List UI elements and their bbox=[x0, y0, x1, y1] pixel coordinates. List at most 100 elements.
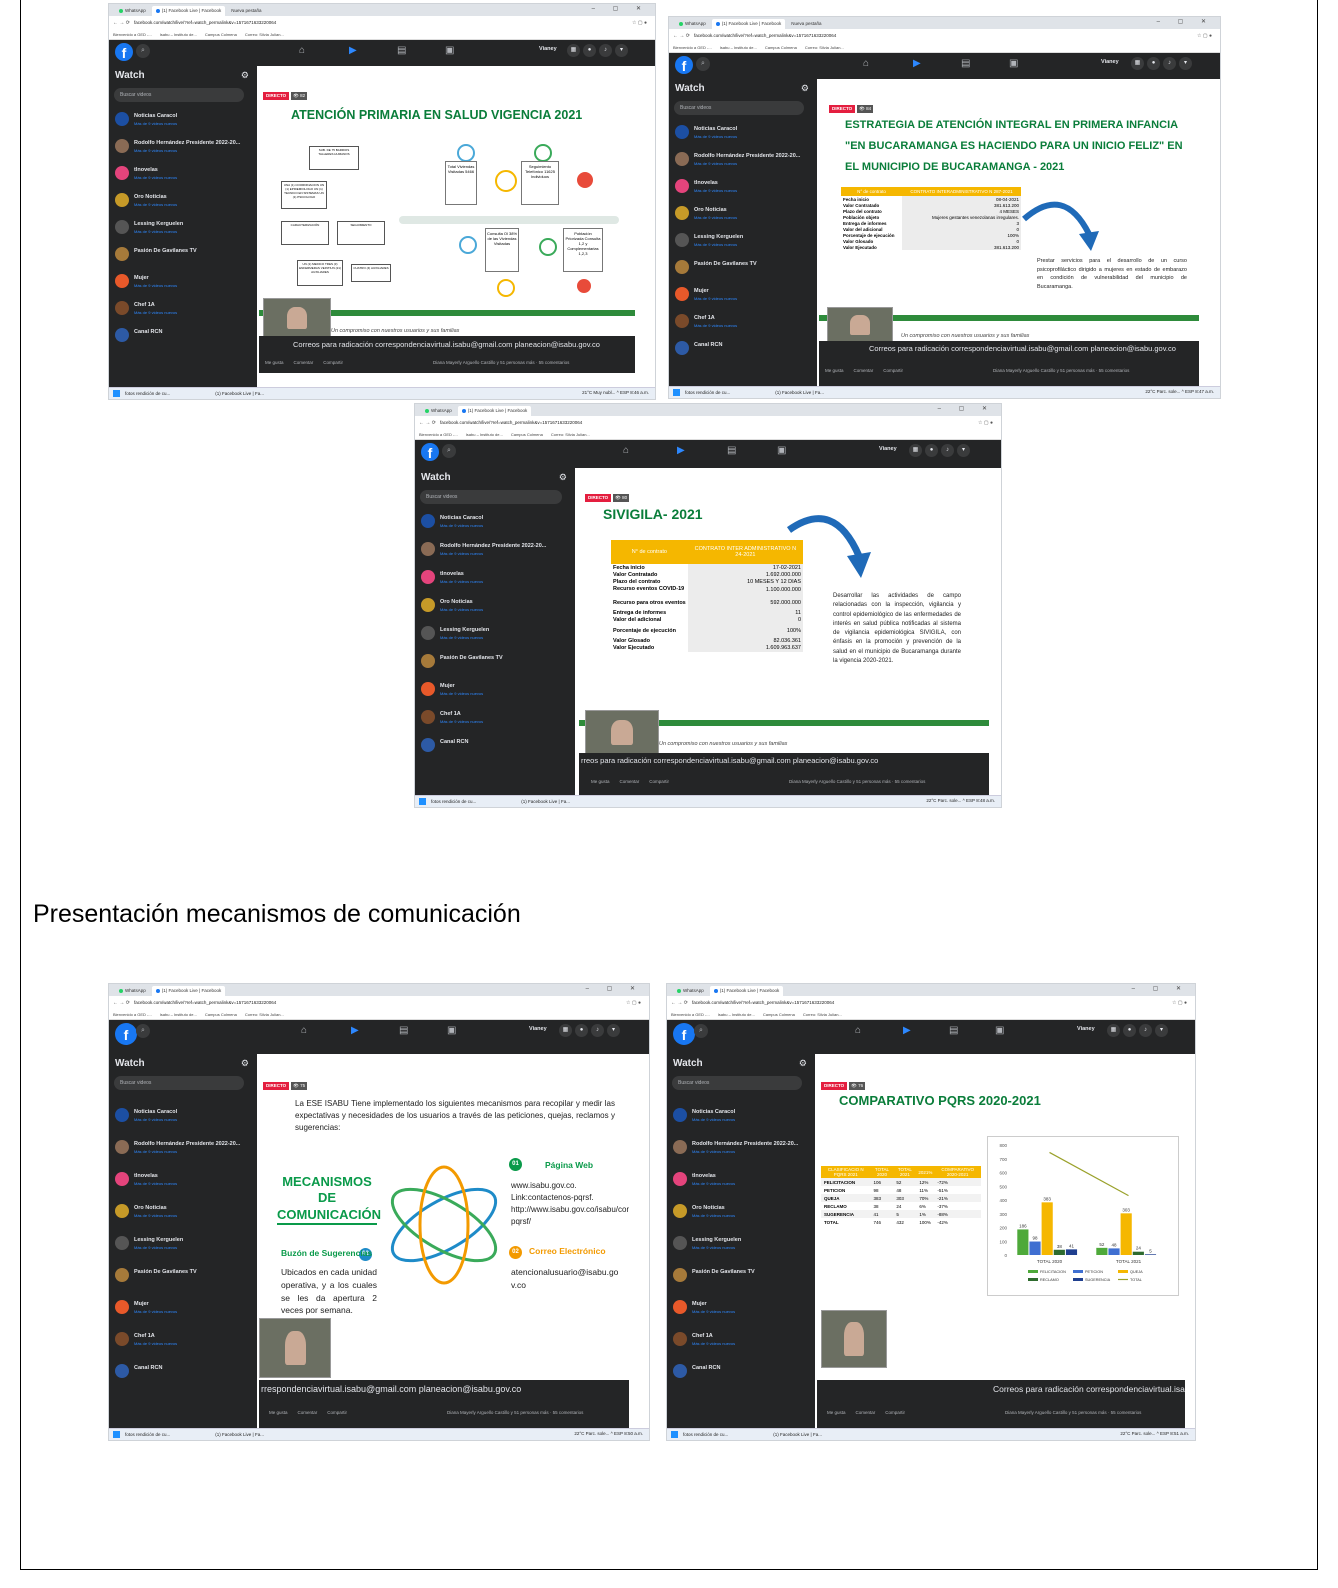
sidebar-item[interactable]: Oro Noticias Más de 9 videos nuevos bbox=[419, 594, 573, 622]
sidebar-item[interactable]: Mujer Más de 9 videos nuevos bbox=[113, 1296, 255, 1328]
reaction-summary[interactable]: Diana Mayerly Arguello Castillo y 51 per… bbox=[447, 1410, 583, 1415]
marketplace-icon[interactable]: ▤ bbox=[961, 58, 970, 69]
facebook-logo-icon[interactable]: f bbox=[421, 443, 439, 461]
sidebar-item[interactable]: tlnovelas Más de 9 videos nuevos bbox=[419, 566, 573, 594]
gaming-icon[interactable]: ▣ bbox=[1009, 58, 1018, 69]
sidebar-item[interactable]: Mujer Más de 9 videos nuevos bbox=[671, 1296, 813, 1328]
sidebar-item[interactable]: Lessing Kerguelen Más de 9 videos nuevos bbox=[113, 216, 255, 243]
tab-whatsapp[interactable]: WhatsApp bbox=[675, 19, 710, 29]
sidebar-item[interactable]: Chef 1A Más de 9 videos nuevos bbox=[671, 1328, 813, 1360]
gear-icon[interactable]: ⚙ bbox=[799, 1058, 807, 1069]
bookmark[interactable]: Bienvenido a GED -... bbox=[113, 32, 152, 37]
tab-whatsapp[interactable]: WhatsApp bbox=[673, 986, 708, 996]
sidebar-item[interactable]: Rodolfo Hernández Presidente 2022-20... M… bbox=[673, 148, 815, 175]
window-controls[interactable]: – ▢ ✕ bbox=[586, 985, 643, 992]
account-icon[interactable]: ▾ bbox=[957, 444, 970, 457]
bell-icon[interactable]: ♪ bbox=[941, 444, 954, 457]
like-button[interactable]: Me gusta bbox=[269, 1410, 288, 1415]
sidebar-item[interactable]: Mujer Más de 9 videos nuevos bbox=[113, 270, 255, 297]
gear-icon[interactable]: ⚙ bbox=[801, 83, 809, 94]
bell-icon[interactable]: ♪ bbox=[591, 1024, 604, 1037]
toolbar-icons[interactable]: ☆ ▢ ● bbox=[626, 1000, 641, 1006]
reaction-summary[interactable]: Diana Mayerly Arguello Castillo y 51 per… bbox=[789, 779, 925, 784]
share-button[interactable]: Compartir bbox=[323, 360, 343, 365]
taskbar-app[interactable]: fotos rendición de cu... bbox=[431, 799, 476, 804]
url-bar[interactable]: facebook.com/watch/live/?ref=watch_perma… bbox=[694, 33, 836, 38]
window-controls[interactable]: – ▢ ✕ bbox=[1132, 985, 1189, 992]
marketplace-icon[interactable]: ▤ bbox=[727, 445, 736, 456]
home-icon[interactable]: ⌂ bbox=[855, 1025, 861, 1036]
taskbar-app[interactable]: (1) Facebook Live | Fa... bbox=[215, 1432, 264, 1437]
marketplace-icon[interactable]: ▤ bbox=[399, 1025, 408, 1036]
windows-start-icon[interactable] bbox=[113, 390, 120, 397]
facebook-logo-icon[interactable]: f bbox=[115, 1023, 137, 1045]
nav-icons[interactable]: ← → ⟳ bbox=[419, 420, 436, 426]
sidebar-item[interactable]: Noticias Caracol Más de 9 videos nuevos bbox=[671, 1104, 813, 1136]
sidebar-item[interactable]: Chef 1A Más de 9 videos nuevos bbox=[113, 297, 255, 324]
comment-button[interactable]: Comentar bbox=[298, 1410, 318, 1415]
share-button[interactable]: Compartir bbox=[883, 368, 903, 373]
watch-icon[interactable]: ▶ bbox=[351, 1025, 359, 1036]
sidebar-item[interactable]: Rodolfo Hernández Presidente 2022-20... M… bbox=[113, 135, 255, 162]
search-icon[interactable]: ⌕ bbox=[694, 1024, 708, 1038]
search-icon[interactable]: ⌕ bbox=[136, 1024, 150, 1038]
sidebar-item[interactable]: Noticias Caracol Más de 9 videos nuevos bbox=[419, 510, 573, 538]
sidebar-item[interactable]: Oro Noticias Más de 9 videos nuevos bbox=[671, 1200, 813, 1232]
share-button[interactable]: Compartir bbox=[885, 1410, 905, 1415]
sidebar-item[interactable]: Canal RCN bbox=[113, 324, 255, 351]
comment-button[interactable]: Comentar bbox=[620, 779, 640, 784]
like-button[interactable]: Me gusta bbox=[827, 1410, 846, 1415]
bookmark[interactable]: Isabu – Instituto de... bbox=[466, 432, 503, 437]
sidebar-item[interactable]: Pasión De Gavilanes TV bbox=[113, 1264, 255, 1296]
reaction-summary[interactable]: Diana Mayerly Arguello Castillo y 51 per… bbox=[993, 368, 1129, 373]
sidebar-item[interactable]: tlnovelas Más de 9 videos nuevos bbox=[671, 1168, 813, 1200]
sidebar-item[interactable]: Oro Noticias Más de 9 videos nuevos bbox=[673, 202, 815, 229]
bookmark[interactable]: Campus Colmena bbox=[205, 1012, 237, 1017]
bookmark[interactable]: Bienvenido a GED -... bbox=[673, 45, 712, 50]
toolbar-icons[interactable]: ☆ ▢ ● bbox=[1197, 33, 1212, 39]
sidebar-item[interactable]: Mujer Más de 9 videos nuevos bbox=[673, 283, 815, 310]
sidebar-item[interactable]: Canal RCN bbox=[113, 1360, 255, 1382]
sidebar-item[interactable]: Canal RCN bbox=[419, 734, 573, 754]
window-controls[interactable]: – ▢ ✕ bbox=[1157, 18, 1214, 25]
sidebar-item[interactable]: Rodolfo Hernández Presidente 2022-20... M… bbox=[671, 1136, 813, 1168]
tab-new[interactable]: Nueva pestaña bbox=[227, 6, 266, 16]
sidebar-item[interactable]: Lessing Kerguelen Más de 9 videos nuevos bbox=[419, 622, 573, 650]
bookmark[interactable]: Correo: Silvia Julian... bbox=[805, 45, 844, 50]
like-button[interactable]: Me gusta bbox=[265, 360, 284, 365]
nav-icons[interactable]: ← → ⟳ bbox=[671, 1000, 688, 1006]
profile-name[interactable]: Vianey bbox=[879, 446, 897, 452]
watch-icon[interactable]: ▶ bbox=[903, 1025, 911, 1036]
tab-new[interactable]: Nueva pestaña bbox=[787, 19, 826, 29]
nav-icons[interactable]: ← → ⟳ bbox=[673, 33, 690, 39]
home-icon[interactable]: ⌂ bbox=[623, 445, 629, 456]
url-bar[interactable]: facebook.com/watch/live/?ref=watch_perma… bbox=[134, 20, 276, 25]
gear-icon[interactable]: ⚙ bbox=[241, 70, 249, 81]
like-button[interactable]: Me gusta bbox=[825, 368, 844, 373]
sidebar-item[interactable]: Lessing Kerguelen Más de 9 videos nuevos bbox=[113, 1232, 255, 1264]
watch-icon[interactable]: ▶ bbox=[349, 45, 357, 56]
gear-icon[interactable]: ⚙ bbox=[559, 472, 567, 483]
watch-icon[interactable]: ▶ bbox=[677, 445, 685, 456]
profile-name[interactable]: Vianey bbox=[539, 46, 557, 52]
sidebar-item[interactable]: Noticias Caracol Más de 9 videos nuevos bbox=[113, 1104, 255, 1136]
sidebar-item[interactable]: Pasión De Gavilanes TV bbox=[419, 650, 573, 678]
live-video[interactable]: DIRECTO 👁 80 SIVIGILA- 2021 N° de contrat… bbox=[579, 488, 989, 753]
taskbar-app[interactable]: fotos rendición de cu... bbox=[125, 391, 170, 396]
tab-facebook-live[interactable]: (1) Facebook Live | Facebook bbox=[151, 6, 226, 16]
facebook-logo-icon[interactable]: f bbox=[115, 43, 133, 61]
windows-start-icon[interactable] bbox=[671, 1431, 678, 1438]
taskbar-app[interactable]: (1) Facebook Live | Fa... bbox=[521, 799, 570, 804]
tab-facebook-live[interactable]: (1) Facebook Live | Facebook bbox=[151, 986, 226, 996]
menu-icon[interactable]: ▦ bbox=[1107, 1024, 1120, 1037]
comment-button[interactable]: Comentar bbox=[294, 360, 314, 365]
facebook-logo-icon[interactable]: f bbox=[673, 1023, 695, 1045]
bookmark[interactable]: Isabu – Instituto de... bbox=[160, 1012, 197, 1017]
nav-icons[interactable]: ← → ⟳ bbox=[113, 1000, 130, 1006]
gaming-icon[interactable]: ▣ bbox=[777, 445, 786, 456]
window-controls[interactable]: – ▢ ✕ bbox=[592, 5, 649, 12]
home-icon[interactable]: ⌂ bbox=[299, 45, 305, 56]
share-button[interactable]: Compartir bbox=[649, 779, 669, 784]
bell-icon[interactable]: ♪ bbox=[1139, 1024, 1152, 1037]
profile-name[interactable]: Vianey bbox=[529, 1026, 547, 1032]
